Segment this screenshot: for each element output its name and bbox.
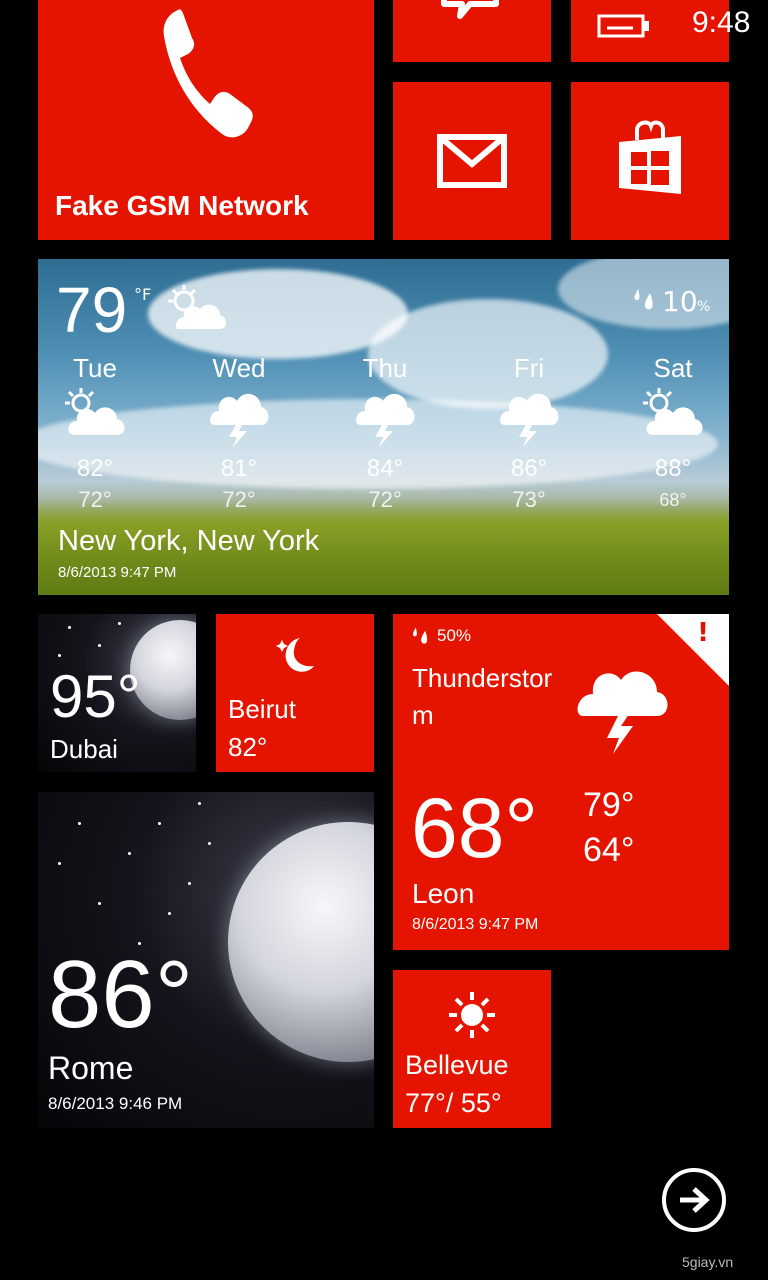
mail-tile[interactable]: [393, 82, 551, 240]
leon-updated: 8/6/2013 9:47 PM: [412, 916, 539, 933]
phone-tile[interactable]: Fake GSM Network: [38, 0, 374, 240]
thunderstorm-icon: [350, 387, 420, 449]
forecast-day-label: Tue: [73, 353, 117, 383]
store-tile[interactable]: [571, 82, 729, 240]
precipitation-icon: [412, 627, 428, 644]
forecast-day-sat: Sat 88° 68°: [638, 351, 708, 515]
phone-icon: [163, 9, 253, 138]
partly-cloudy-icon: [60, 387, 130, 449]
updated-label: 8/6/2013 9:47 PM: [58, 564, 177, 581]
sun-icon: [449, 992, 495, 1038]
current-temp: 79: [56, 274, 128, 346]
leon-precip: 50%: [437, 626, 472, 645]
beirut-temp: 82°: [228, 732, 268, 762]
leon-low: 64°: [583, 831, 635, 869]
rome-city: Rome: [48, 1050, 134, 1086]
precip-unit: %: [697, 299, 711, 315]
thunderstorm-icon: [577, 671, 668, 754]
forecast-low: 68°: [659, 490, 687, 510]
forecast-high: 84°: [366, 455, 404, 482]
alert-icon: !: [697, 618, 709, 648]
rome-temp: 86°: [48, 941, 194, 1048]
phone-tile-label: Fake GSM Network: [55, 190, 309, 221]
dubai-tile[interactable]: 95° Dubai: [38, 614, 196, 772]
messaging-tile[interactable]: [393, 0, 551, 62]
thunderstorm-icon: [204, 387, 274, 449]
precipitation-icon: [634, 289, 653, 310]
beirut-tile[interactable]: Beirut 82°: [216, 614, 374, 772]
forecast-day-wed: Wed 81° 72°: [204, 351, 274, 515]
leon-temp: 68°: [411, 781, 539, 875]
watermark: 5giay.vn: [682, 1254, 734, 1270]
status-time: 9:48: [692, 6, 751, 39]
beirut-city: Beirut: [228, 694, 296, 724]
forecast-low: 72°: [78, 487, 112, 512]
moon-icon: [276, 638, 314, 672]
forecast-low: 72°: [222, 487, 256, 512]
forecast-low: 72°: [368, 487, 402, 512]
forecast-day-fri: Fri 86° 73°: [494, 351, 564, 515]
dubai-temp: 95°: [50, 663, 141, 730]
forecast-day-label: Sat: [653, 353, 693, 383]
battery-icon: [597, 14, 649, 38]
partly-cloudy-icon: [638, 387, 708, 449]
location-label: New York, New York: [58, 525, 320, 557]
dubai-city: Dubai: [50, 734, 118, 764]
forecast-low: 73°: [512, 487, 546, 512]
forecast-day-label: Thu: [362, 353, 408, 383]
leon-tile[interactable]: ! 50% Thunderstorm 68° 79° 64° Leon 8/6/…: [393, 614, 729, 950]
rome-tile[interactable]: 86° Rome 8/6/2013 9:46 PM: [38, 792, 374, 1128]
rome-updated: 8/6/2013 9:46 PM: [48, 1094, 183, 1113]
weather-wide-tile[interactable]: 79 °F 10 % Tue 82° 72° Wed 81° 72° Thu 84° 72° Fr…: [38, 259, 729, 595]
forecast-high: 86°: [510, 455, 548, 482]
mail-icon: [437, 134, 507, 188]
message-icon: [441, 0, 499, 19]
leon-condition: Thunderstorm: [412, 663, 553, 730]
forecast-high: 81°: [220, 455, 258, 482]
forecast-high: 88°: [654, 455, 692, 482]
temp-unit: °F: [134, 285, 152, 304]
bellevue-tile[interactable]: Bellevue 77°/ 55°: [393, 970, 551, 1128]
partly-cloudy-icon: [168, 285, 226, 329]
leon-high: 79°: [583, 786, 635, 824]
thunderstorm-icon: [494, 387, 564, 449]
store-icon: [619, 120, 681, 194]
bellevue-temps: 77°/ 55°: [405, 1088, 502, 1118]
precip-value: 10: [662, 285, 698, 318]
forecast-day-tue: Tue 82° 72°: [60, 351, 130, 515]
all-apps-button[interactable]: [662, 1168, 726, 1232]
forecast-day-thu: Thu 84° 72°: [350, 351, 420, 515]
forecast-day-label: Fri: [513, 353, 545, 383]
forecast-high: 82°: [76, 455, 114, 482]
forecast-day-label: Wed: [212, 353, 266, 383]
leon-city: Leon: [412, 878, 475, 909]
arrow-right-icon: [680, 1187, 710, 1213]
bellevue-city: Bellevue: [405, 1050, 509, 1080]
